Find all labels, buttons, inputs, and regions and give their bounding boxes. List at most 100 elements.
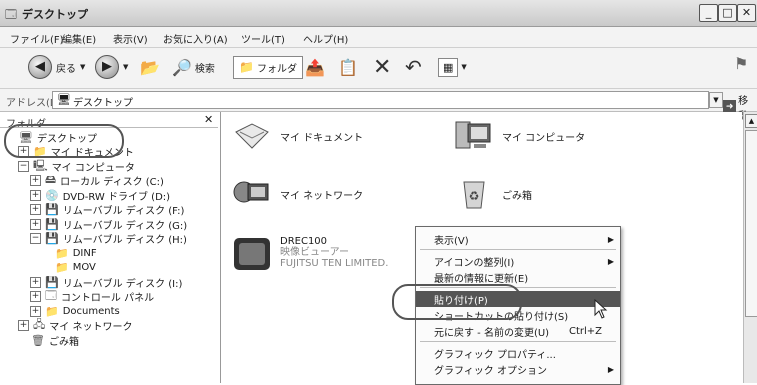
up-folder-button[interactable]: 📂: [140, 53, 160, 81]
menu-bar: ファイル(F) 編集(E) 表示(V) お気に入り(A) ツール(T) ヘルプ(H): [0, 27, 757, 48]
removable-icon: 💾: [45, 203, 59, 216]
tree-item[interactable]: + 💾 リムーバブル ディスク (G:): [30, 217, 187, 232]
menu-item[interactable]: ヘルプ(H): [303, 31, 348, 46]
mycomputer-item[interactable]: マイ コンピュータ: [454, 118, 585, 154]
expand-icon[interactable]: +: [30, 291, 41, 302]
svg-text:♻: ♻: [469, 189, 480, 203]
vertical-scrollbar[interactable]: ▲: [743, 112, 757, 383]
context-menu-item[interactable]: アイコンの整列(I) ▶: [416, 253, 620, 269]
tree-item[interactable]: 🗑 ごみ箱: [18, 333, 79, 348]
context-menu-item[interactable]: グラフィック プロパティ...: [416, 345, 620, 361]
expand-icon[interactable]: +: [30, 204, 41, 215]
desktop-icon: 🖥: [57, 93, 71, 106]
scroll-up-button[interactable]: ▲: [745, 114, 757, 128]
context-menu-label: 元に戻す - 名前の変更(U): [434, 327, 550, 339]
drec-app-icon: [232, 236, 272, 272]
tree-item[interactable]: + 🖴 ローカル ディスク (C:): [30, 173, 164, 188]
minimize-button[interactable]: _: [699, 4, 718, 22]
expand-icon[interactable]: +: [30, 305, 41, 317]
tree-item[interactable]: + 🖧 マイ ネットワーク: [18, 318, 133, 333]
search-icon: 🔎: [172, 57, 192, 77]
copy-to-icon: 📋: [338, 57, 358, 77]
delete-x-icon: ✕: [373, 54, 392, 80]
tree-item-label: リムーバブル ディスク (F:): [62, 206, 185, 217]
tree-item[interactable]: 📁 MOV: [42, 261, 96, 275]
expand-icon[interactable]: +: [18, 320, 29, 331]
context-menu-label: グラフィック オプション: [434, 365, 547, 377]
folders-pane: フォルダ ✕ 🖥 デスクトップ + 📁 マイ ドキュメント − 🖳 マイ コンピュータ + 🖴 ロー…: [0, 112, 221, 383]
dvd-icon: 💿: [45, 188, 59, 202]
address-dropdown-button[interactable]: ▼: [709, 92, 723, 108]
network-icon: [232, 176, 272, 212]
tree-item-label: マイ ネットワーク: [49, 322, 133, 333]
recycle-bin-item[interactable]: ♻ ごみ箱: [454, 176, 532, 212]
removable-icon: 💾: [45, 217, 59, 231]
menu-separator: [420, 249, 616, 250]
move-to-button[interactable]: 📤: [305, 53, 325, 81]
back-button[interactable]: ◀ 戻る ▼: [28, 53, 85, 81]
folder-icon: 📁: [55, 261, 69, 274]
tree-item[interactable]: − 🖳 マイ コンピュータ: [18, 159, 135, 174]
tree-item[interactable]: + 🗔 コントロール パネル: [30, 289, 154, 304]
menu-item[interactable]: ツール(T): [241, 31, 285, 46]
tree-item-label: Documents: [62, 305, 120, 317]
tree-item[interactable]: + 💿 DVD-RW ドライブ (D:): [30, 188, 171, 203]
context-menu-label: グラフィック プロパティ...: [434, 349, 556, 361]
context-menu-item[interactable]: グラフィック オプション ▶: [416, 361, 620, 377]
toolbar: ◀ 戻る ▼ ▶ ▼ 📂 🔎 検索 📁 フォルダ 📤 📋 ✕ ↶ ▦ ▼ ⚑: [0, 48, 757, 89]
maximize-button[interactable]: □: [718, 4, 737, 22]
chevron-down-icon: ▼: [461, 63, 467, 71]
removable-icon: 💾: [45, 232, 59, 245]
folders-button[interactable]: 📁 フォルダ: [233, 53, 303, 81]
context-menu-item[interactable]: 表示(V) ▶: [416, 231, 620, 247]
copy-to-button[interactable]: 📋: [338, 53, 358, 81]
address-field[interactable]: 🖥 デスクトップ: [52, 91, 709, 109]
window-title: デスクトップ: [22, 8, 88, 21]
back-arrow-icon: ◀: [28, 55, 52, 79]
shortcut-label: Ctrl+Z: [568, 325, 602, 337]
mydocs-item[interactable]: マイ ドキュメント: [232, 118, 363, 154]
collapse-icon[interactable]: −: [18, 160, 29, 172]
folder-icon: 📁: [55, 246, 69, 260]
chevron-down-icon: ▼: [123, 63, 129, 71]
expand-icon[interactable]: +: [30, 218, 41, 230]
context-menu-item[interactable]: 元に戻す - 名前の変更(U) Ctrl+Z: [416, 323, 620, 339]
search-button[interactable]: 🔎 検索: [172, 53, 215, 81]
menu-item[interactable]: ファイル(F): [10, 31, 64, 46]
context-menu-item[interactable]: 最新の情報に更新(E): [416, 269, 620, 285]
windows-logo-icon: ⚑: [734, 54, 749, 73]
close-button[interactable]: ✕: [737, 4, 756, 22]
views-grid-icon: ▦: [438, 57, 459, 77]
tree-item-label: MOV: [72, 262, 96, 273]
scroll-thumb[interactable]: [745, 130, 757, 317]
tree-item-label: ごみ箱: [48, 336, 79, 348]
tree-item[interactable]: − 💾 リムーバブル ディスク (H:): [30, 232, 187, 246]
context-menu-label: 表示(V): [434, 235, 469, 247]
close-pane-icon[interactable]: ✕: [204, 113, 213, 126]
forward-button[interactable]: ▶ ▼: [95, 53, 128, 81]
undo-button[interactable]: ↶: [405, 53, 422, 81]
tree-item[interactable]: 📁 DINF: [42, 246, 97, 260]
network-item[interactable]: マイ ネットワーク: [232, 176, 363, 212]
menu-item[interactable]: お気に入り(A): [163, 31, 228, 46]
menu-item[interactable]: 編集(E): [62, 31, 96, 46]
collapse-icon[interactable]: −: [30, 233, 41, 244]
tree-item-label: DINF: [72, 247, 97, 259]
menu-item[interactable]: 表示(V): [113, 31, 148, 46]
tree-item-label: DVD-RW ドライブ (D:): [62, 191, 171, 203]
folder-icon: 📁: [45, 304, 59, 318]
tree-item[interactable]: + 💾 リムーバブル ディスク (F:): [30, 203, 184, 217]
drec-item[interactable]: DREC100 映像ビューアー FUJITSU TEN LIMITED.: [232, 236, 388, 272]
menu-separator: [420, 341, 616, 342]
documents-icon: [232, 118, 272, 154]
title-bar: 🗔 デスクトップ _ □ ✕: [0, 0, 757, 27]
recycle-bin-icon: 🗑: [31, 333, 45, 347]
delete-button[interactable]: ✕: [373, 53, 391, 81]
expand-icon[interactable]: +: [30, 189, 41, 201]
context-menu-label: 最新の情報に更新(E): [434, 273, 529, 285]
highlight-oval: [392, 284, 522, 320]
expand-icon[interactable]: +: [30, 276, 41, 288]
expand-icon[interactable]: +: [30, 175, 41, 186]
submenu-arrow-icon: ▶: [607, 234, 614, 244]
views-button[interactable]: ▦ ▼: [438, 53, 467, 81]
